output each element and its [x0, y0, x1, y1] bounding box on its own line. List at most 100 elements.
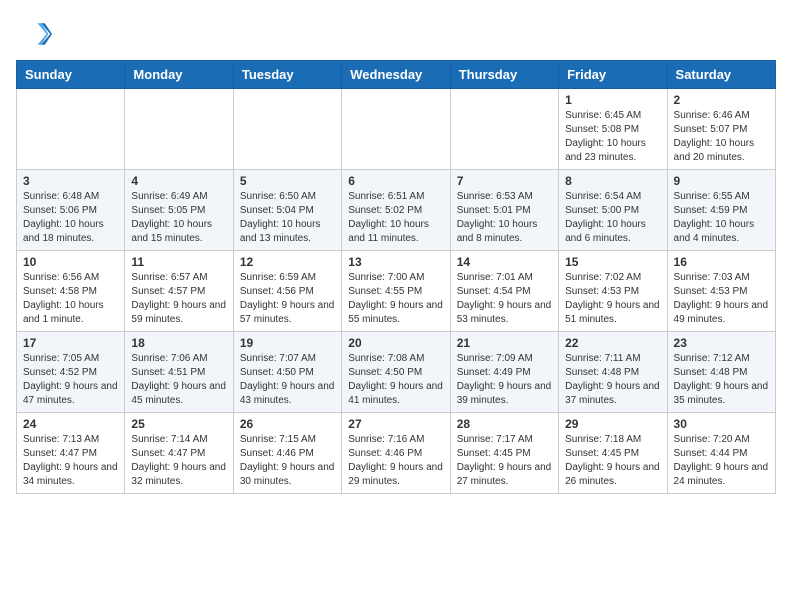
calendar-cell	[342, 89, 450, 170]
day-number: 29	[565, 417, 660, 431]
day-info: Sunrise: 7:02 AM Sunset: 4:53 PM Dayligh…	[565, 271, 660, 327]
day-number: 25	[131, 417, 226, 431]
weekday-header-wednesday: Wednesday	[342, 61, 450, 89]
calendar-cell: 4Sunrise: 6:49 AM Sunset: 5:05 PM Daylig…	[125, 170, 233, 251]
calendar-cell: 29 Sunrise: 7:18 AM Sunset: 4:45 PM Dayli…	[559, 413, 667, 494]
day-info: Sunrise: 6:51 AM Sunset: 5:02 PM Dayligh…	[348, 190, 443, 246]
calendar-cell: 28 Sunrise: 7:17 AM Sunset: 4:45 PM Dayli…	[450, 413, 558, 494]
day-number: 8	[565, 174, 660, 188]
calendar-header-row: SundayMondayTuesdayWednesdayThursdayFrid…	[17, 61, 776, 89]
day-number: 15	[565, 255, 660, 269]
day-info: Sunrise: 7:15 AM Sunset: 4:46 PM Dayligh…	[240, 433, 335, 489]
day-info: Sunrise: 7:07 AM Sunset: 4:50 PM Dayligh…	[240, 352, 335, 408]
calendar-cell: 25 Sunrise: 7:14 AM Sunset: 4:47 PM Dayli…	[125, 413, 233, 494]
calendar-cell: 20 Sunrise: 7:08 AM Sunset: 4:50 PM Dayli…	[342, 332, 450, 413]
day-info: Sunrise: 6:50 AM Sunset: 5:04 PM Dayligh…	[240, 190, 335, 246]
day-info: Sunrise: 7:16 AM Sunset: 4:46 PM Dayligh…	[348, 433, 443, 489]
day-number: 6	[348, 174, 443, 188]
weekday-header-monday: Monday	[125, 61, 233, 89]
day-number: 14	[457, 255, 552, 269]
weekday-header-friday: Friday	[559, 61, 667, 89]
day-info: Sunrise: 6:49 AM Sunset: 5:05 PM Dayligh…	[131, 190, 226, 246]
calendar-cell: 6 Sunrise: 6:51 AM Sunset: 5:02 PM Daylig…	[342, 170, 450, 251]
day-number: 27	[348, 417, 443, 431]
day-number: 26	[240, 417, 335, 431]
calendar-cell: 23 Sunrise: 7:12 AM Sunset: 4:48 PM Dayli…	[667, 332, 775, 413]
day-number: 12	[240, 255, 335, 269]
day-info: Sunrise: 7:01 AM Sunset: 4:54 PM Dayligh…	[457, 271, 552, 327]
day-number: 17	[23, 336, 118, 350]
day-number: 19	[240, 336, 335, 350]
day-number: 2	[674, 93, 769, 107]
day-number: 10	[23, 255, 118, 269]
day-info: Sunrise: 7:20 AM Sunset: 4:44 PM Dayligh…	[674, 433, 769, 489]
calendar-cell: 8 Sunrise: 6:54 AM Sunset: 5:00 PM Daylig…	[559, 170, 667, 251]
calendar-week-row: 24 Sunrise: 7:13 AM Sunset: 4:47 PM Dayli…	[17, 413, 776, 494]
day-number: 11	[131, 255, 226, 269]
day-number: 24	[23, 417, 118, 431]
day-info: Sunrise: 6:53 AM Sunset: 5:01 PM Dayligh…	[457, 190, 552, 246]
calendar-cell: 3Sunrise: 6:48 AM Sunset: 5:06 PM Daylig…	[17, 170, 125, 251]
day-info: Sunrise: 6:54 AM Sunset: 5:00 PM Dayligh…	[565, 190, 660, 246]
calendar-cell	[17, 89, 125, 170]
day-info: Sunrise: 7:13 AM Sunset: 4:47 PM Dayligh…	[23, 433, 118, 489]
calendar-cell: 16 Sunrise: 7:03 AM Sunset: 4:53 PM Dayli…	[667, 251, 775, 332]
calendar-cell: 1Sunrise: 6:45 AM Sunset: 5:08 PM Daylig…	[559, 89, 667, 170]
day-number: 13	[348, 255, 443, 269]
day-number: 21	[457, 336, 552, 350]
day-info: Sunrise: 7:03 AM Sunset: 4:53 PM Dayligh…	[674, 271, 769, 327]
calendar-cell: 9Sunrise: 6:55 AM Sunset: 4:59 PM Daylig…	[667, 170, 775, 251]
calendar-week-row: 17 Sunrise: 7:05 AM Sunset: 4:52 PM Dayli…	[17, 332, 776, 413]
calendar-cell: 7 Sunrise: 6:53 AM Sunset: 5:01 PM Daylig…	[450, 170, 558, 251]
day-info: Sunrise: 7:00 AM Sunset: 4:55 PM Dayligh…	[348, 271, 443, 327]
calendar-cell: 17 Sunrise: 7:05 AM Sunset: 4:52 PM Dayli…	[17, 332, 125, 413]
day-info: Sunrise: 7:11 AM Sunset: 4:48 PM Dayligh…	[565, 352, 660, 408]
calendar-cell: 24 Sunrise: 7:13 AM Sunset: 4:47 PM Dayli…	[17, 413, 125, 494]
calendar-week-row: 1Sunrise: 6:45 AM Sunset: 5:08 PM Daylig…	[17, 89, 776, 170]
day-number: 3	[23, 174, 118, 188]
calendar-cell: 15 Sunrise: 7:02 AM Sunset: 4:53 PM Dayli…	[559, 251, 667, 332]
day-number: 22	[565, 336, 660, 350]
day-info: Sunrise: 7:14 AM Sunset: 4:47 PM Dayligh…	[131, 433, 226, 489]
calendar-cell	[450, 89, 558, 170]
calendar-cell: 10 Sunrise: 6:56 AM Sunset: 4:58 PM Dayli…	[17, 251, 125, 332]
day-number: 20	[348, 336, 443, 350]
calendar-cell: 18 Sunrise: 7:06 AM Sunset: 4:51 PM Dayli…	[125, 332, 233, 413]
day-info: Sunrise: 7:08 AM Sunset: 4:50 PM Dayligh…	[348, 352, 443, 408]
day-info: Sunrise: 7:18 AM Sunset: 4:45 PM Dayligh…	[565, 433, 660, 489]
day-info: Sunrise: 7:05 AM Sunset: 4:52 PM Dayligh…	[23, 352, 118, 408]
day-number: 23	[674, 336, 769, 350]
calendar-cell: 11 Sunrise: 6:57 AM Sunset: 4:57 PM Dayli…	[125, 251, 233, 332]
weekday-header-saturday: Saturday	[667, 61, 775, 89]
weekday-header-sunday: Sunday	[17, 61, 125, 89]
day-info: Sunrise: 7:09 AM Sunset: 4:49 PM Dayligh…	[457, 352, 552, 408]
day-number: 16	[674, 255, 769, 269]
day-info: Sunrise: 6:56 AM Sunset: 4:58 PM Dayligh…	[23, 271, 118, 327]
calendar-cell: 13 Sunrise: 7:00 AM Sunset: 4:55 PM Dayli…	[342, 251, 450, 332]
day-number: 28	[457, 417, 552, 431]
calendar-week-row: 10 Sunrise: 6:56 AM Sunset: 4:58 PM Dayli…	[17, 251, 776, 332]
calendar-cell: 30 Sunrise: 7:20 AM Sunset: 4:44 PM Dayli…	[667, 413, 775, 494]
day-info: Sunrise: 6:57 AM Sunset: 4:57 PM Dayligh…	[131, 271, 226, 327]
day-info: Sunrise: 7:17 AM Sunset: 4:45 PM Dayligh…	[457, 433, 552, 489]
logo	[16, 16, 56, 52]
calendar-cell: 2 Sunrise: 6:46 AM Sunset: 5:07 PM Daylig…	[667, 89, 775, 170]
day-info: Sunrise: 7:06 AM Sunset: 4:51 PM Dayligh…	[131, 352, 226, 408]
calendar-cell: 27 Sunrise: 7:16 AM Sunset: 4:46 PM Dayli…	[342, 413, 450, 494]
weekday-header-thursday: Thursday	[450, 61, 558, 89]
weekday-header-tuesday: Tuesday	[233, 61, 341, 89]
page-header	[16, 16, 776, 52]
calendar-cell: 22 Sunrise: 7:11 AM Sunset: 4:48 PM Dayli…	[559, 332, 667, 413]
calendar-week-row: 3Sunrise: 6:48 AM Sunset: 5:06 PM Daylig…	[17, 170, 776, 251]
day-info: Sunrise: 7:12 AM Sunset: 4:48 PM Dayligh…	[674, 352, 769, 408]
day-info: Sunrise: 6:46 AM Sunset: 5:07 PM Dayligh…	[674, 109, 769, 165]
day-number: 18	[131, 336, 226, 350]
day-number: 7	[457, 174, 552, 188]
day-number: 30	[674, 417, 769, 431]
calendar-cell	[125, 89, 233, 170]
calendar-cell	[233, 89, 341, 170]
calendar-cell: 26 Sunrise: 7:15 AM Sunset: 4:46 PM Dayli…	[233, 413, 341, 494]
calendar-cell: 21 Sunrise: 7:09 AM Sunset: 4:49 PM Dayli…	[450, 332, 558, 413]
logo-icon	[16, 16, 52, 52]
calendar-table: SundayMondayTuesdayWednesdayThursdayFrid…	[16, 60, 776, 494]
